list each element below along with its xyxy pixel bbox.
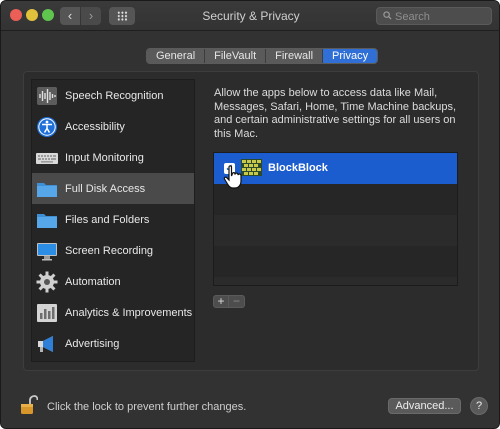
tab-firewall[interactable]: Firewall [266,49,324,63]
analytics-chart-icon [37,303,57,322]
privacy-category-list: Speech Recognition Accessibility Input M… [31,79,195,362]
sidebar-item-label: Input Monitoring [65,151,144,164]
grid-icon [117,11,128,21]
sidebar-item-input-monitoring[interactable]: Input Monitoring [32,142,194,173]
folder-icon [37,213,57,228]
search-input[interactable] [395,9,487,24]
sidebar-item-label: Advertising [65,337,120,350]
sidebar-item-screen-recording[interactable]: Screen Recording [32,235,194,266]
search-field[interactable] [376,7,492,25]
sidebar-item-accessibility[interactable]: Accessibility [32,111,194,142]
blockblock-app-icon [241,159,262,176]
sidebar-item-label: Speech Recognition [65,89,164,102]
speech-waveform-icon [37,86,57,105]
sidebar-item-label: Analytics & Improvements [65,306,193,319]
keyboard-icon [36,152,58,164]
sidebar-item-automation[interactable]: Automation [32,266,194,297]
sidebar-item-label: Screen Recording [65,244,154,257]
tab-filevault[interactable]: FileVault [205,49,267,63]
folder-icon [37,182,57,197]
tab-privacy[interactable]: Privacy [323,49,378,63]
zoom-window-button[interactable] [42,9,54,21]
remove-app-button[interactable]: − [229,295,245,308]
help-button[interactable]: ? [470,397,488,415]
app-row-blockblock[interactable]: ✓ BlockBlock [214,153,457,184]
window-title: Security & Privacy [202,9,300,23]
sidebar-item-label: Files and Folders [65,213,150,226]
display-icon [37,242,57,260]
add-app-button[interactable]: + [213,295,229,308]
empty-row [214,277,457,285]
tab-bar: General FileVault Firewall Privacy [146,48,379,64]
sidebar-item-analytics[interactable]: Analytics & Improvements [32,297,194,328]
sidebar-item-full-disk-access[interactable]: Full Disk Access [32,173,194,204]
accessibility-icon [37,116,57,137]
sidebar-item-advertising[interactable]: Advertising [32,328,194,359]
unlocked-padlock-icon[interactable] [20,395,38,415]
sidebar-item-label: Accessibility [65,120,125,133]
close-window-button[interactable] [10,9,22,21]
advanced-button[interactable]: Advanced... [388,398,461,414]
preferences-window: ‹ › Security & Privacy General FileVault… [0,0,500,429]
sidebar-item-speech-recognition[interactable]: Speech Recognition [32,80,194,111]
back-button[interactable]: ‹ [60,7,80,25]
tab-general[interactable]: General [147,49,206,63]
megaphone-icon [38,335,53,352]
minimize-window-button[interactable] [26,9,38,21]
empty-row [214,215,457,246]
sidebar-item-label: Automation [65,275,121,288]
show-all-button[interactable] [109,7,135,25]
sidebar-item-files-and-folders[interactable]: Files and Folders [32,204,194,235]
gear-icon [36,271,58,292]
pointing-hand-cursor-icon [223,165,242,189]
empty-row [214,184,457,215]
access-description: Allow the apps below to access data like… [214,87,457,140]
empty-row [214,246,457,277]
search-icon [383,11,392,20]
forward-button[interactable]: › [81,7,101,25]
app-access-list: ✓ BlockBlock [213,152,458,286]
lock-message: Click the lock to prevent further change… [47,401,247,413]
title-bar: ‹ › Security & Privacy [1,1,499,31]
sidebar-item-label: Full Disk Access [65,182,146,195]
app-name: BlockBlock [268,162,328,174]
add-remove-controls: + − [213,295,245,308]
